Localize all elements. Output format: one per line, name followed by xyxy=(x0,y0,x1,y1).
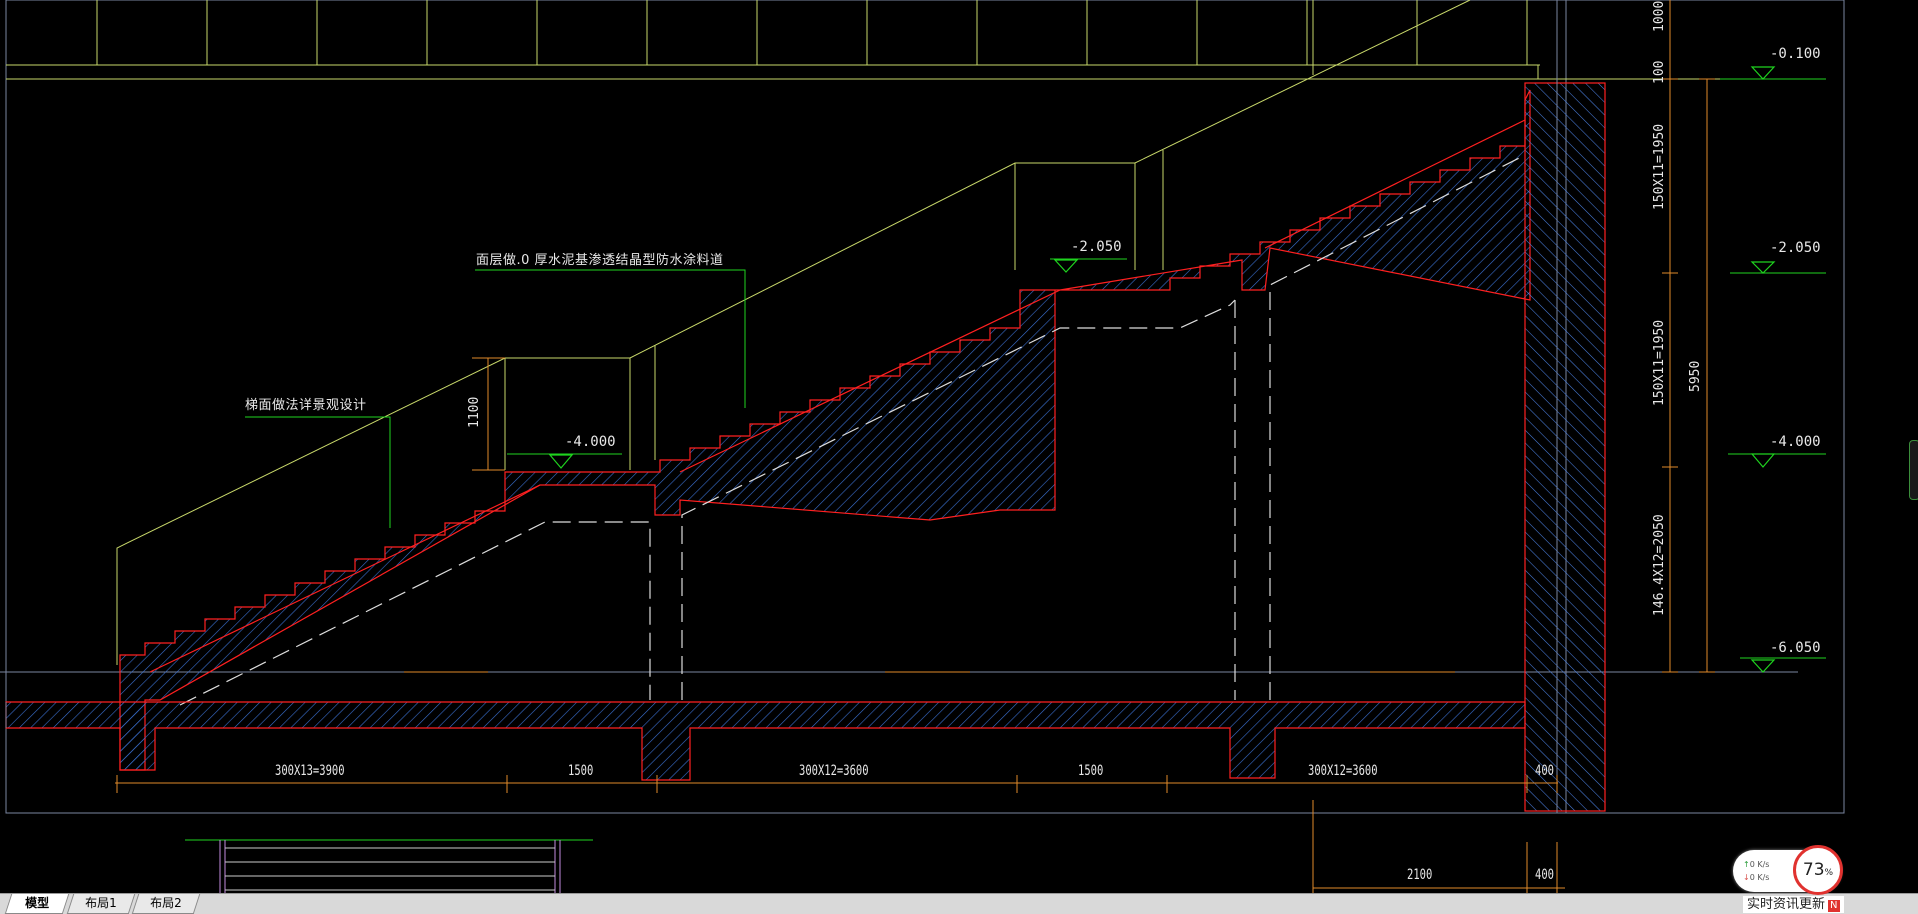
dim-bottom-3: 300X12=3600 xyxy=(799,763,869,779)
network-monitor-widget[interactable]: ↑0 K/s ↓0 K/s 73% xyxy=(1733,845,1843,895)
cpu-usage-value: 73 xyxy=(1802,860,1825,880)
download-arrow-icon: ↓ xyxy=(1743,873,1750,882)
dim-bottom-5: 300X12=3600 xyxy=(1308,763,1378,779)
tab-model-label: 模型 xyxy=(25,896,50,910)
news-update-bar[interactable]: 实时资讯更新 N xyxy=(1743,896,1844,913)
elevation-label-mid-lower: -4.000 xyxy=(565,434,616,450)
dim-right-2: 100 xyxy=(1652,60,1667,84)
dim-railing-height: 1100 xyxy=(467,396,482,428)
dim-right-5: 146.4X12=2050 xyxy=(1652,514,1667,616)
elevation-label-2: -2.050 xyxy=(1770,240,1821,256)
elevation-label-1: -0.100 xyxy=(1770,46,1821,62)
dim-right-4: 150X11=1950 xyxy=(1652,319,1667,406)
upload-arrow-icon: ↑ xyxy=(1743,860,1750,869)
tab-layout-1[interactable]: 布局1 xyxy=(66,894,136,914)
note-waterproof: 面层做.0 厚水泥基渗透结晶型防水涂料道 xyxy=(476,253,724,268)
dim-bottom-2: 1500 xyxy=(568,763,594,779)
drawing-canvas[interactable]: 面层做.0 厚水泥基渗透结晶型防水涂料道 梯面做法详景观设计 -4.000 -2… xyxy=(0,0,1918,893)
cpu-usage-unit: % xyxy=(1824,868,1834,878)
elevation-label-4: -6.050 xyxy=(1770,640,1821,656)
retaining-wall xyxy=(1524,0,1606,813)
upload-speed: 0 xyxy=(1749,860,1755,869)
tab-layout-1-label: 布局1 xyxy=(85,896,117,910)
base-slab xyxy=(5,701,1526,781)
dim-right-1: 1000 xyxy=(1652,0,1667,32)
dim-lower-2: 400 xyxy=(1535,867,1554,883)
stair-section-drawing xyxy=(0,0,1845,893)
elevation-label-mid-upper: -2.050 xyxy=(1071,239,1122,255)
dim-bottom-1: 300X13=3900 xyxy=(275,763,345,779)
dim-lower-1: 2100 xyxy=(1407,867,1433,883)
network-stats: ↑0 K/s ↓0 K/s xyxy=(1743,858,1769,884)
tab-model[interactable]: 模型 xyxy=(4,894,70,914)
dim-right-3: 150X11=1950 xyxy=(1652,123,1667,210)
elevation-label-3: -4.000 xyxy=(1770,434,1821,450)
dim-right-total: 5950 xyxy=(1688,360,1703,392)
news-label: 实时资讯更新 xyxy=(1747,897,1826,912)
tab-layout-2[interactable]: 布局2 xyxy=(131,894,201,914)
note-landscape: 梯面做法详景观设计 xyxy=(245,398,367,413)
dim-bottom-6: 400 xyxy=(1535,763,1554,779)
dim-bottom-4: 1500 xyxy=(1078,763,1104,779)
stair-concrete xyxy=(119,89,1531,771)
layout-tab-bar: 模型 布局1 布局2 xyxy=(0,893,1918,914)
tab-layout-2-label: 布局2 xyxy=(150,896,182,910)
upload-unit: K/s xyxy=(1757,860,1770,869)
lower-railing xyxy=(185,839,593,893)
download-speed: 0 xyxy=(1749,873,1755,882)
news-badge: N xyxy=(1828,900,1840,912)
cpu-usage-ring: 73% xyxy=(1793,845,1843,895)
download-unit: K/s xyxy=(1757,873,1770,882)
vertical-scroll-handle[interactable] xyxy=(1909,440,1918,500)
